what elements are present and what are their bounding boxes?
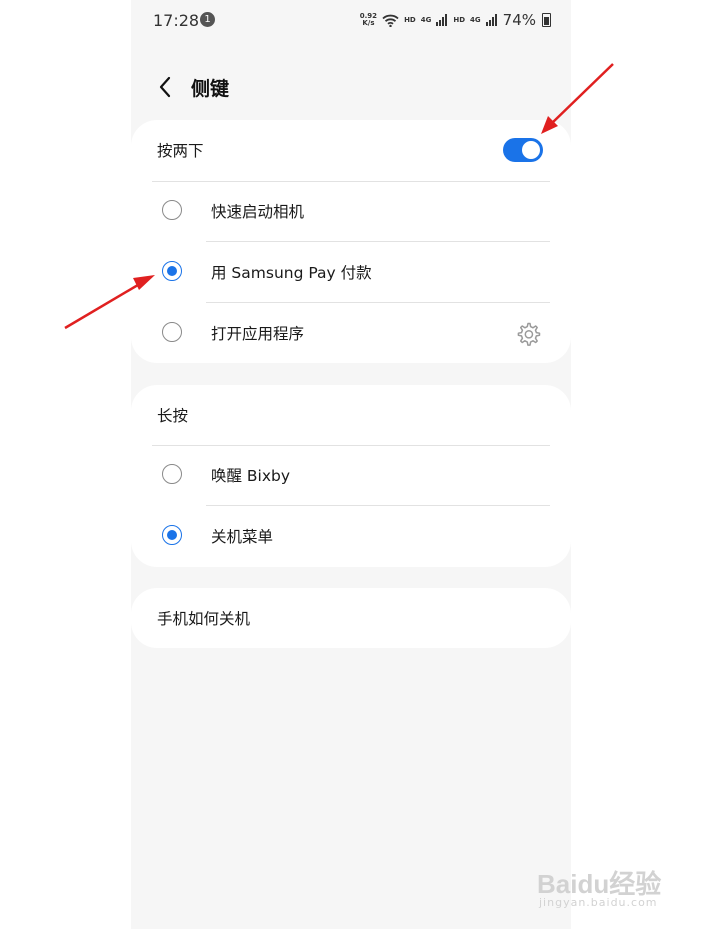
- power-off-help-card[interactable]: 手机如何关机: [131, 588, 571, 648]
- radio-samsung-pay[interactable]: [162, 261, 182, 281]
- wifi-icon: [382, 14, 399, 27]
- network-type-2: 4G: [470, 16, 481, 24]
- option-label: 打开应用程序: [211, 325, 305, 343]
- page-title: 侧键: [191, 78, 230, 100]
- baidu-watermark: Baidu经验 jingyan.baidu.com: [537, 856, 677, 916]
- option-label: 关机菜单: [211, 528, 274, 546]
- watermark-url: jingyan.baidu.com: [539, 896, 658, 909]
- network-type-1: 4G: [420, 16, 432, 24]
- phone-screen: 17:28 1 0.92 K/s HD 4G HD 4G 74% 侧键 按两下 …: [131, 0, 571, 929]
- option-label: 快速启动相机: [211, 203, 305, 221]
- network-speed: 0.92 K/s: [360, 13, 377, 27]
- long-press-label: 长按: [157, 407, 189, 425]
- battery-percent: 74%: [502, 11, 536, 29]
- radio-open-app[interactable]: [162, 322, 182, 342]
- option-power-menu[interactable]: 关机菜单: [131, 506, 571, 566]
- long-press-header-row: 长按: [131, 385, 571, 445]
- notification-count-badge: 1: [200, 12, 215, 27]
- hd-badge-2: HD: [453, 16, 466, 24]
- radio-wake-bixby[interactable]: [162, 464, 182, 484]
- signal-icon-2: [485, 14, 497, 26]
- status-indicators: 0.92 K/s HD 4G HD 4G 74%: [360, 10, 551, 30]
- option-samsung-pay[interactable]: 用 Samsung Pay 付款: [131, 242, 571, 302]
- option-wake-bixby[interactable]: 唤醒 Bixby: [131, 445, 571, 505]
- gear-icon[interactable]: [515, 321, 541, 347]
- battery-icon: [542, 13, 551, 27]
- radio-power-menu[interactable]: [162, 525, 182, 545]
- option-quick-camera[interactable]: 快速启动相机: [131, 181, 571, 241]
- option-open-app[interactable]: 打开应用程序: [131, 303, 571, 363]
- status-bar: 17:28 1 0.92 K/s HD 4G HD 4G 74%: [131, 0, 571, 40]
- back-arrow-icon[interactable]: [151, 72, 181, 102]
- double-press-toggle-row[interactable]: 按两下: [131, 120, 571, 180]
- long-press-card: 长按 唤醒 Bixby 关机菜单: [131, 385, 571, 567]
- radio-quick-camera[interactable]: [162, 200, 182, 220]
- power-off-help-label: 手机如何关机: [157, 610, 251, 628]
- toggle-knob: [520, 139, 542, 161]
- hd-badge-1: HD: [404, 16, 416, 24]
- option-label: 唤醒 Bixby: [211, 467, 291, 485]
- signal-icon-1: [436, 14, 448, 26]
- network-speed-unit: K/s: [362, 19, 375, 27]
- double-press-card: 按两下 快速启动相机 用 Samsung Pay 付款 打开应用程序: [131, 120, 571, 363]
- double-press-label: 按两下: [157, 142, 204, 160]
- option-label: 用 Samsung Pay 付款: [211, 264, 372, 282]
- double-press-toggle[interactable]: [503, 138, 543, 162]
- app-header: 侧键: [131, 62, 571, 112]
- status-time: 17:28: [153, 11, 200, 30]
